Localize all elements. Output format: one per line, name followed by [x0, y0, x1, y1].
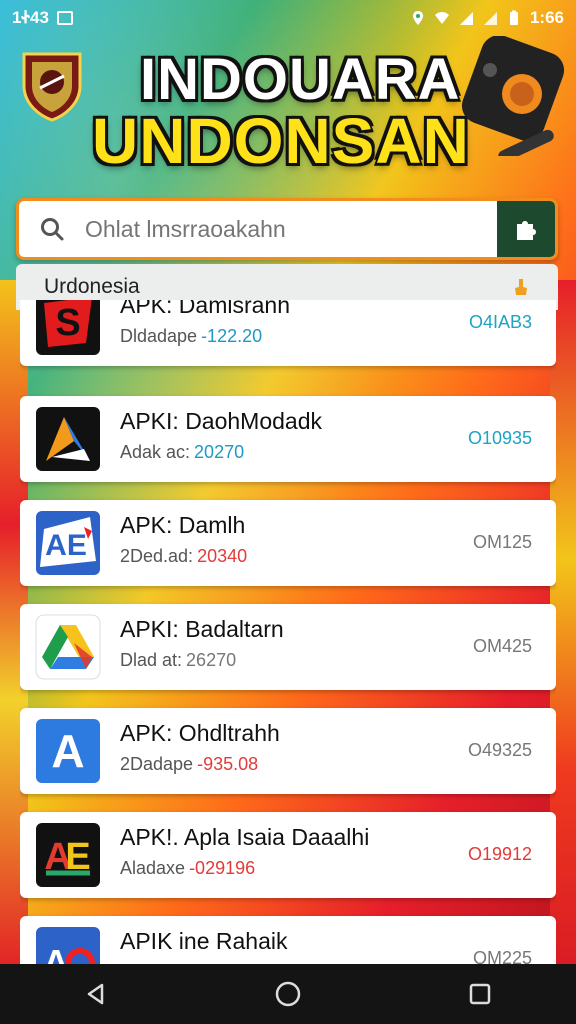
dropdown-selected-label: Urdonesia [44, 275, 140, 298]
ae-multicolor-logo-icon: AE [34, 821, 102, 889]
recents-square-icon [469, 983, 491, 1005]
search-icon [41, 218, 64, 241]
navigation-bar [0, 964, 576, 1024]
s-logo-icon: S [34, 300, 102, 357]
phone-device-icon [461, 36, 565, 156]
app-subtitle-value: -935.08 [197, 754, 259, 774]
search-bar [16, 198, 558, 260]
app-subtitle: Dlad at: 26270 [120, 650, 236, 671]
app-list-item[interactable]: A APK: Ohdltrahh 2Dadape -935.08 O49325 [20, 708, 556, 794]
app-list-item[interactable]: A APIK ine Rahaik OM225 [20, 916, 556, 964]
header-banner: INDOUARA UNDONSAN [0, 36, 576, 196]
app-subtitle-label: 2Dadape [120, 754, 194, 774]
a-triangle-logo-icon [34, 405, 102, 473]
search-action-button[interactable] [497, 201, 555, 257]
app-subtitle-value: -122.20 [201, 326, 263, 346]
app-title: APKI: Badaltarn [120, 616, 284, 642]
app-list-item[interactable]: APKI: Badaltarn Dlad at: 26270 OM425 [20, 604, 556, 690]
app-subtitle-value: 26270 [186, 650, 237, 670]
a-blue-logo-icon: A [34, 717, 102, 785]
signal-2-icon [483, 12, 497, 25]
shield-logo-icon [22, 52, 82, 122]
app-title: APK!. Apla Isaia Daaalhi [120, 824, 370, 850]
search-input[interactable] [85, 201, 497, 257]
recents-button[interactable] [450, 964, 510, 1024]
app-title: APKI: DaohModadk [120, 408, 323, 434]
app-subtitle: 2Ded.ad: 20340 [120, 546, 247, 567]
app-code: OM125 [472, 532, 532, 552]
headline-line-2: UNDONSAN [92, 105, 470, 177]
app-subtitle-label: Adak ac: [120, 442, 191, 462]
app-screen: 1Ꮠ43 1:66 INDOUARA UNDONSAN Ohlat lmsrra… [0, 0, 576, 1024]
app-subtitle-label: Aladaxe [120, 858, 186, 878]
notification-icon [56, 11, 73, 25]
app-subtitle-label: 2Ded.ad: [120, 546, 194, 566]
svg-text:S: S [55, 302, 80, 344]
app-list-item[interactable]: APKI: DaohModadk Adak ac: 20270 O10935 [20, 396, 556, 482]
puzzle-icon [517, 221, 536, 240]
app-subtitle-label: Dldadape [120, 326, 198, 346]
app-list-item[interactable]: A E APK!. Apla Isaia Daaalhi Aladaxe -029196… [20, 812, 556, 898]
search-icon-container [19, 201, 85, 257]
app-subtitle-value: -029196 [189, 858, 256, 878]
app-code: OM425 [472, 636, 532, 656]
status-battery-text: 1:66 [529, 8, 564, 27]
app-code: O19912 [467, 844, 532, 864]
app-title: APK: Ohdltrahh [120, 720, 280, 746]
app-list: S APK: Damlsranh Dldadape -122.20 O4IAB3 APKI… [20, 300, 556, 964]
app-list-item[interactable]: S APK: Damlsranh Dldadape -122.20 O4IAB3 [20, 300, 556, 366]
app-code: OM225 [472, 948, 532, 964]
app-subtitle: 2Dadape -935.08 [120, 754, 258, 775]
svg-text:AE: AE [45, 529, 87, 562]
status-right: 1:66 [410, 8, 564, 28]
wifi-icon [434, 12, 449, 24]
svg-text:A: A [51, 725, 84, 777]
signal-icon [459, 12, 473, 25]
battery-icon [509, 10, 518, 25]
app-title: APIK ine Rahaik [120, 928, 288, 954]
status-time: 1Ꮠ43 [12, 8, 49, 27]
drive-logo-icon [34, 613, 102, 681]
status-left: 1Ꮠ43 [12, 8, 73, 28]
hand-pointer-icon [515, 279, 527, 295]
app-title: APK: Damlsranh [120, 300, 291, 318]
ao-logo-icon: A [34, 925, 102, 964]
app-code: O4IAB3 [468, 312, 532, 332]
home-button[interactable] [258, 964, 318, 1024]
location-icon [412, 11, 423, 25]
app-subtitle-value: 20340 [197, 546, 248, 566]
app-code: O10935 [467, 428, 532, 448]
home-circle-icon [275, 981, 301, 1007]
back-triangle-icon [87, 983, 104, 1005]
status-bar: 1Ꮠ43 1:66 [0, 0, 576, 36]
app-subtitle: Aladaxe -029196 [120, 858, 255, 879]
back-button[interactable] [66, 964, 126, 1024]
app-list-item[interactable]: AE APK: Damlh 2Ded.ad: 20340 OM125 [20, 500, 556, 586]
svg-text:A: A [43, 942, 69, 964]
headline-line-1: INDOUARA [140, 47, 461, 112]
app-subtitle-value: 20270 [194, 442, 245, 462]
app-code: O49325 [467, 740, 532, 760]
app-subtitle-label: Dlad at: [120, 650, 183, 670]
app-subtitle: Dldadape -122.20 [120, 326, 262, 347]
app-title: APK: Damlh [120, 512, 246, 538]
app-subtitle: Adak ac: 20270 [120, 442, 244, 463]
ae-blue-logo-icon: AE [34, 509, 102, 577]
